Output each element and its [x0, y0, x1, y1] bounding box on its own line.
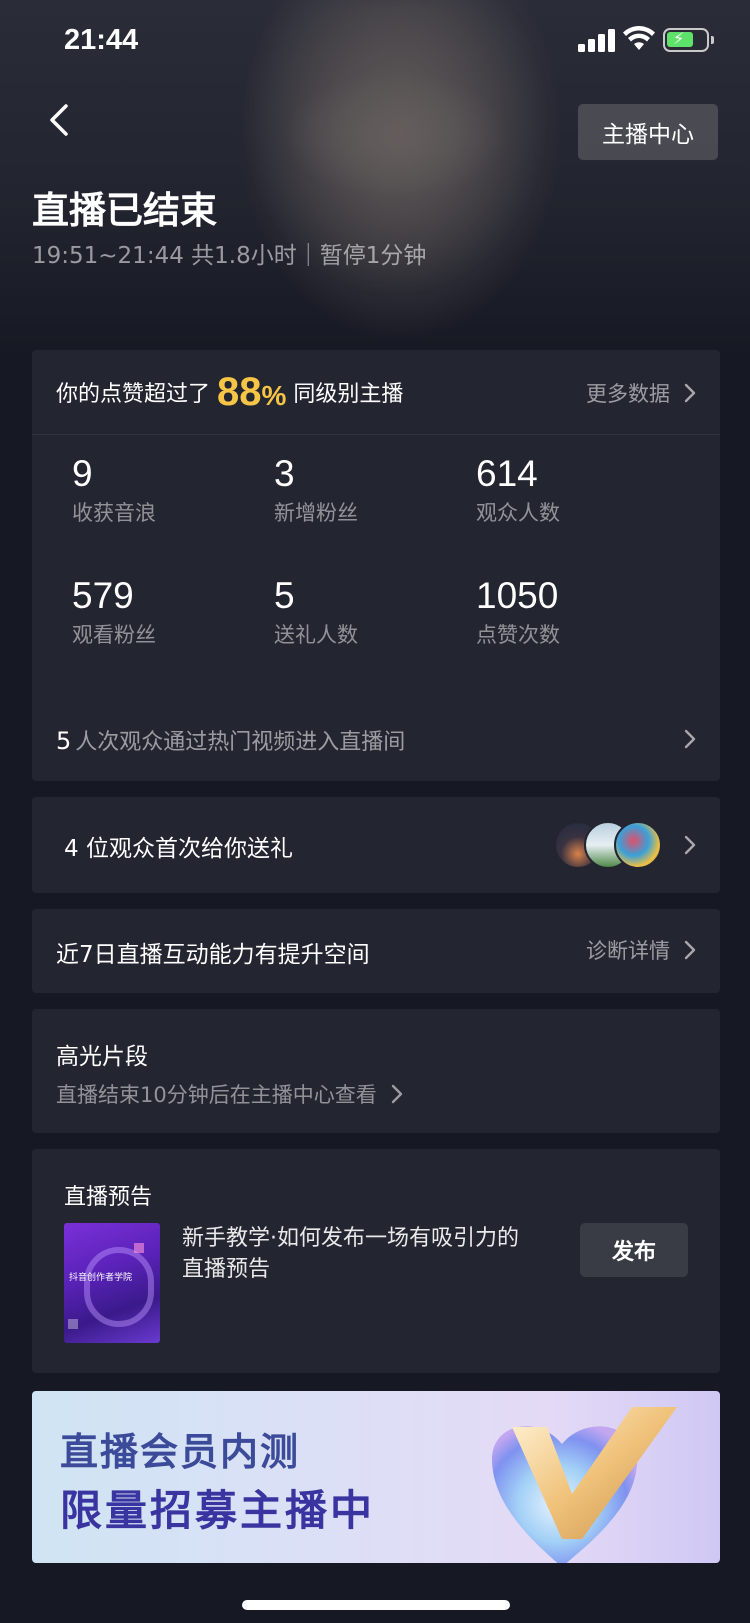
more-data-link[interactable]: 更多数据 — [586, 378, 696, 408]
host-center-button[interactable]: 主播中心 — [578, 104, 718, 160]
hot-text: 人次观众通过热门视频进入直播间 — [75, 730, 406, 755]
back-arrow-icon[interactable] — [44, 100, 78, 140]
stat-value: 9 — [72, 453, 93, 494]
like-rank-percent: 88% — [217, 370, 286, 415]
preview-thumbnail[interactable]: 抖音创作者学院 — [64, 1223, 160, 1343]
stat-likes: 1050 点赞次数 — [476, 575, 676, 649]
interaction-text: 近7日直播互动能力有提升空间 — [56, 942, 370, 968]
stat-label: 观众人数 — [476, 501, 560, 525]
live-duration: 19:51~21:44 共1.8小时｜暂停1分钟 — [32, 243, 427, 269]
stat-value: 579 — [72, 575, 134, 616]
highlights-title: 高光片段 — [56, 1044, 148, 1070]
preview-description[interactable]: 新手教学·如何发布一场有吸引力的直播预告 — [182, 1223, 532, 1285]
home-indicator — [242, 1600, 510, 1610]
stat-value: 3 — [274, 453, 295, 494]
chevron-right-icon — [391, 1084, 402, 1104]
publish-button[interactable]: 发布 — [580, 1223, 688, 1277]
diagnosis-link[interactable]: 诊断详情 — [586, 935, 696, 965]
more-data-label: 更多数据 — [586, 382, 670, 406]
stat-gift-givers: 5 送礼人数 — [274, 575, 474, 649]
battery-icon: ⚡ — [663, 28, 714, 52]
live-summary-card: 你的点赞超过了 88% 同级别主播 更多数据 9 收获音浪 3 新增粉丝 614… — [32, 350, 720, 781]
wifi-icon — [623, 26, 655, 50]
highlights-subtitle-row[interactable]: 直播结束10分钟后在主播中心查看 — [56, 1079, 403, 1109]
stat-label: 观看粉丝 — [72, 623, 156, 647]
hot-video-entry-row[interactable]: 5 人次观众通过热门视频进入直播间 — [56, 724, 405, 756]
highlights-card[interactable]: 高光片段 直播结束10分钟后在主播中心查看 — [32, 1009, 720, 1133]
live-preview-card: 直播预告 抖音创作者学院 新手教学·如何发布一场有吸引力的直播预告 发布 — [32, 1149, 720, 1373]
stat-value: 614 — [476, 453, 538, 494]
preview-title: 直播预告 — [64, 1185, 153, 1210]
thumbnail-text: 抖音创作者学院 — [69, 1273, 133, 1283]
promo-banner[interactable]: 直播会员内测 限量招募主播中 — [32, 1391, 720, 1563]
page-title: 直播已结束 — [32, 189, 217, 232]
percent-value: 88 — [217, 369, 262, 414]
chevron-right-icon — [684, 835, 696, 855]
diagnosis-label: 诊断详情 — [586, 939, 670, 963]
like-rank-suffix: 同级别主播 — [293, 382, 404, 407]
first-gift-text: 4 位观众首次给你送礼 — [64, 836, 293, 862]
banner-line1: 直播会员内测 — [60, 1430, 301, 1474]
chevron-right-icon — [684, 383, 696, 403]
divider — [32, 434, 720, 435]
chevron-right-icon — [684, 940, 696, 960]
first-gift-card[interactable]: 4 位观众首次给你送礼 — [32, 797, 720, 893]
highlights-subtitle: 直播结束10分钟后在主播中心查看 — [56, 1083, 377, 1107]
stat-label: 送礼人数 — [274, 623, 358, 647]
stat-value: 1050 — [476, 575, 559, 616]
stat-viewers: 614 观众人数 — [476, 453, 676, 527]
stat-label: 新增粉丝 — [274, 501, 358, 525]
hot-count: 5 — [56, 727, 72, 755]
avatar — [614, 821, 662, 869]
stat-new-fans: 3 新增粉丝 — [274, 453, 474, 527]
cellular-signal-icon — [578, 28, 616, 52]
percent-unit: % — [261, 379, 287, 411]
stat-fan-viewers: 579 观看粉丝 — [72, 575, 272, 649]
stat-sound-waves: 9 收获音浪 — [72, 453, 272, 527]
status-bar: 21:44 ⚡ — [0, 0, 750, 88]
like-rank-prefix: 你的点赞超过了 — [56, 382, 211, 407]
stat-label: 收获音浪 — [72, 501, 156, 525]
banner-line2: 限量招募主播中 — [60, 1486, 376, 1535]
check-heart-icon — [492, 1407, 677, 1563]
chevron-right-icon — [684, 729, 696, 749]
gift-avatars — [554, 821, 662, 869]
interaction-card[interactable]: 近7日直播互动能力有提升空间 诊断详情 — [32, 909, 720, 993]
stat-value: 5 — [274, 575, 295, 616]
stat-label: 点赞次数 — [476, 623, 560, 647]
status-time: 21:44 — [64, 24, 139, 56]
